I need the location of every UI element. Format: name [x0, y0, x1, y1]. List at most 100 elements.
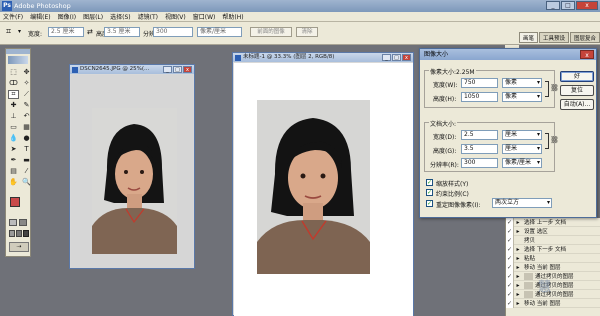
tab-tool-presets[interactable]: 工具预设	[538, 32, 569, 43]
dialog-close-button[interactable]: x	[580, 50, 594, 59]
pen-tool-icon[interactable]: ✒	[8, 156, 19, 165]
history-item[interactable]: ✓ ▸ 移动 当前 图层	[506, 298, 600, 308]
doc-resolution-field[interactable]: 300	[461, 158, 498, 168]
width-field[interactable]: 2.5 厘米	[48, 27, 84, 37]
document-window-1[interactable]: DSCN2645.JPG @ 25%(... _ □ x	[69, 64, 195, 269]
pixel-height-unit-select[interactable]: 像素	[502, 92, 542, 102]
magic-wand-icon[interactable]: ✧	[21, 79, 32, 88]
history-brush-icon[interactable]: ↶	[21, 112, 32, 121]
resolution-field[interactable]: 300	[153, 27, 193, 37]
eyedropper-icon[interactable]: ⁄	[21, 167, 32, 176]
pixel-height-field[interactable]: 1050	[461, 92, 498, 102]
menu-window[interactable]: 窗口(W)	[193, 12, 216, 21]
menu-select[interactable]: 选择(S)	[110, 12, 131, 21]
document-1-titlebar[interactable]: DSCN2645.JPG @ 25%(... _ □ x	[70, 65, 194, 74]
history-item[interactable]: ✓ ▸ 通过拷贝的图层	[506, 271, 600, 281]
resample-method-select[interactable]: 两次立方	[492, 198, 552, 208]
reset-button[interactable]: 复位	[560, 85, 594, 96]
clone-stamp-icon[interactable]: ⊥	[8, 112, 19, 121]
doc2-minimize-button[interactable]: _	[382, 54, 391, 61]
doc-height-field[interactable]: 3.5	[461, 144, 498, 154]
pixel-width-unit-select[interactable]: 像素	[502, 78, 542, 88]
tab-brushes[interactable]: 画笔	[518, 32, 538, 43]
type-tool-icon[interactable]: T	[21, 145, 32, 154]
tool-preset-dropdown-icon[interactable]: ▾	[18, 28, 21, 35]
scale-styles-checkbox[interactable]: ✓	[426, 179, 433, 186]
doc1-close-button[interactable]: x	[183, 66, 192, 73]
slice-tool-icon[interactable]: ⟋	[21, 90, 32, 99]
resample-checkbox[interactable]: ✓	[426, 200, 433, 207]
menu-view[interactable]: 视图(V)	[165, 12, 186, 21]
move-tool-icon[interactable]: ✥	[21, 68, 32, 77]
minimize-button[interactable]: _	[546, 1, 560, 10]
doc-width-unit-select[interactable]: 厘米	[502, 130, 542, 140]
history-item[interactable]: ✓ ▸ 设置 选区	[506, 226, 600, 236]
constrain-proportions-checkbox[interactable]: ✓	[426, 189, 433, 196]
document-2-titlebar[interactable]: 未标题-1 @ 33.3% (图层 2, RGB/8) _ □ x	[233, 53, 413, 62]
doc2-maximize-button[interactable]: □	[392, 54, 401, 61]
notes-tool-icon[interactable]: ▤	[8, 167, 19, 176]
maximize-button[interactable]: □	[561, 1, 575, 10]
resolution-unit-select[interactable]: 像素/厘米	[197, 27, 242, 37]
front-image-button[interactable]: 前面的图像	[250, 27, 292, 37]
blur-tool-icon[interactable]: 💧	[8, 134, 19, 143]
menu-edit[interactable]: 编辑(E)	[30, 12, 50, 21]
history-item[interactable]: ✓ ▸ 通过拷贝的图层	[506, 280, 600, 290]
history-item[interactable]: ✓ ▸ 选择 下一步 文档	[506, 244, 600, 254]
toolbox-grip[interactable]	[6, 49, 30, 54]
standard-mode-icon[interactable]	[9, 219, 17, 226]
menu-help[interactable]: 帮助(H)	[222, 12, 243, 21]
swap-dimensions-icon[interactable]: ⇄	[87, 28, 93, 36]
history-item[interactable]: ✓ ▸ 粘贴	[506, 253, 600, 263]
document-window-2[interactable]: 未标题-1 @ 33.3% (图层 2, RGB/8) _ □ x	[232, 52, 414, 316]
dodge-tool-icon[interactable]: ●	[21, 134, 32, 143]
imageready-icon[interactable]: ⇢	[9, 242, 29, 252]
height-field[interactable]: 3.5 厘米	[104, 27, 140, 37]
menu-layer[interactable]: 图层(L)	[83, 12, 103, 21]
menu-file[interactable]: 文件(F)	[3, 12, 23, 21]
close-button[interactable]: x	[576, 1, 598, 10]
doc2-close-button[interactable]: x	[402, 54, 411, 61]
history-check-icon[interactable]: ✓	[506, 244, 514, 254]
history-item[interactable]: ✓ 拷贝	[506, 235, 600, 245]
dialog-titlebar[interactable]: 图像大小 x	[420, 49, 596, 60]
history-check-icon[interactable]: ✓	[506, 262, 514, 272]
history-check-icon[interactable]: ✓	[506, 289, 514, 299]
healing-brush-icon[interactable]: ✚	[8, 101, 19, 110]
doc1-minimize-button[interactable]: _	[163, 66, 172, 73]
quickmask-mode-icon[interactable]	[19, 219, 27, 226]
history-check-icon[interactable]: ✓	[506, 217, 514, 227]
history-check-icon[interactable]: ✓	[506, 298, 514, 308]
pixel-width-field[interactable]: 750	[461, 78, 498, 88]
zoom-tool-icon[interactable]: 🔍	[21, 178, 32, 187]
auto-button[interactable]: 自动(A)...	[560, 99, 594, 110]
eraser-tool-icon[interactable]: ▭	[8, 123, 19, 132]
ok-button[interactable]: 好	[560, 71, 594, 82]
marquee-tool-icon[interactable]: ⬚	[8, 68, 19, 77]
screen-mode-1-icon[interactable]	[9, 230, 15, 237]
crop-tool-icon[interactable]: ⌗	[6, 27, 11, 37]
path-select-icon[interactable]: ➤	[8, 145, 19, 154]
doc-height-unit-select[interactable]: 厘米	[502, 144, 542, 154]
gradient-tool-icon[interactable]: ▦	[21, 123, 32, 132]
history-check-icon[interactable]: ✓	[506, 235, 514, 245]
crop-tool-icon[interactable]: ⌗	[8, 90, 19, 99]
history-check-icon[interactable]: ✓	[506, 253, 514, 263]
history-item[interactable]: ✓ ▸ 通过拷贝的图层	[506, 289, 600, 299]
menu-image[interactable]: 图像(I)	[58, 12, 76, 21]
doc1-maximize-button[interactable]: □	[173, 66, 182, 73]
document-2-canvas-area[interactable]	[234, 63, 413, 316]
shape-tool-icon[interactable]: ▬	[21, 156, 32, 165]
document-1-canvas-area[interactable]	[71, 75, 193, 268]
screen-mode-2-icon[interactable]	[16, 230, 22, 237]
hand-tool-icon[interactable]: ✋	[8, 178, 19, 187]
doc-width-field[interactable]: 2.5	[461, 130, 498, 140]
history-item[interactable]: ✓ ▸ 选择 上一步 文档	[506, 217, 600, 227]
menu-filter[interactable]: 滤镜(T)	[138, 12, 158, 21]
tab-layer-comps[interactable]: 图层复合	[569, 32, 600, 43]
history-check-icon[interactable]: ✓	[506, 280, 514, 290]
history-check-icon[interactable]: ✓	[506, 271, 514, 281]
brush-tool-icon[interactable]: ✎	[21, 101, 32, 110]
adobe-online-icon[interactable]	[8, 56, 28, 64]
clear-button[interactable]: 清除	[296, 27, 318, 37]
